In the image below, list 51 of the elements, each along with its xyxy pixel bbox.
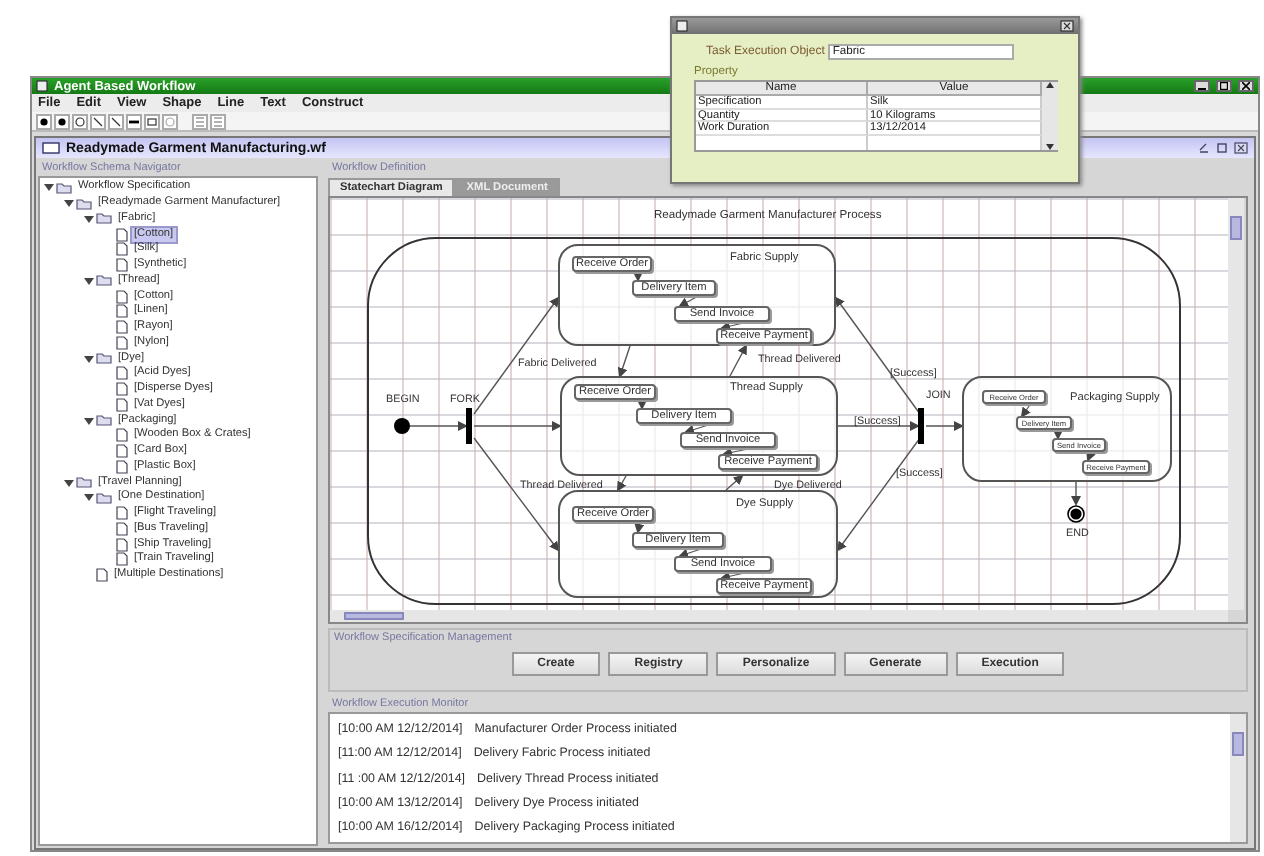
expanded-icon[interactable] [84,353,94,364]
tool-button[interactable] [126,113,142,129]
vertical-scrollbar[interactable] [1042,82,1058,149]
transition-arrow [409,421,468,431]
tool-button[interactable] [108,113,124,129]
expanded-icon[interactable] [44,182,54,193]
folder-icon [96,274,112,287]
restore-icon[interactable] [1216,142,1228,154]
circle-icon [164,115,176,127]
app-icon [676,20,688,32]
horizontal-scrollbar[interactable] [330,610,1228,622]
task-connector [633,269,643,282]
close-icon [1242,82,1250,90]
folder-icon [96,414,112,427]
dot-icon [56,115,68,127]
scroll-up-icon [1046,82,1054,88]
expanded-icon[interactable] [84,492,94,503]
maximize-icon [1220,82,1228,90]
tool-button[interactable] [72,113,88,129]
expanded-icon[interactable] [84,213,94,224]
minimize-icon [1198,82,1206,90]
expanded-icon[interactable] [64,477,74,488]
folder-icon [96,352,112,365]
close-button[interactable] [1238,80,1254,92]
lines-icon [194,115,206,127]
document-icon [42,142,60,154]
close-icon[interactable] [1234,142,1248,154]
close-icon[interactable] [1060,20,1074,32]
scroll-down-icon [1046,143,1054,149]
task-connector [1020,401,1033,418]
minimize-button[interactable] [1194,80,1210,92]
minimize-icon[interactable] [1198,142,1210,154]
task-connector [1086,449,1096,462]
circle-icon [74,115,86,127]
vertical-scrollbar[interactable] [1230,714,1246,842]
line-icon [92,115,104,127]
tool-button[interactable] [90,113,106,129]
expanded-icon[interactable] [84,275,94,286]
maximize-button[interactable] [1216,80,1232,92]
expanded-icon[interactable] [64,198,74,209]
dot-icon [38,115,50,127]
rectangle-icon [146,115,158,127]
line-icon [110,115,122,127]
task-connector [637,397,647,410]
task-connector [634,519,645,534]
lines-icon [212,115,224,127]
vertical-scrollbar[interactable] [1228,198,1244,610]
expanded-icon[interactable] [84,415,94,426]
task-connector [1053,427,1063,440]
tool-button[interactable] [54,113,70,129]
tool-button[interactable] [36,113,52,129]
